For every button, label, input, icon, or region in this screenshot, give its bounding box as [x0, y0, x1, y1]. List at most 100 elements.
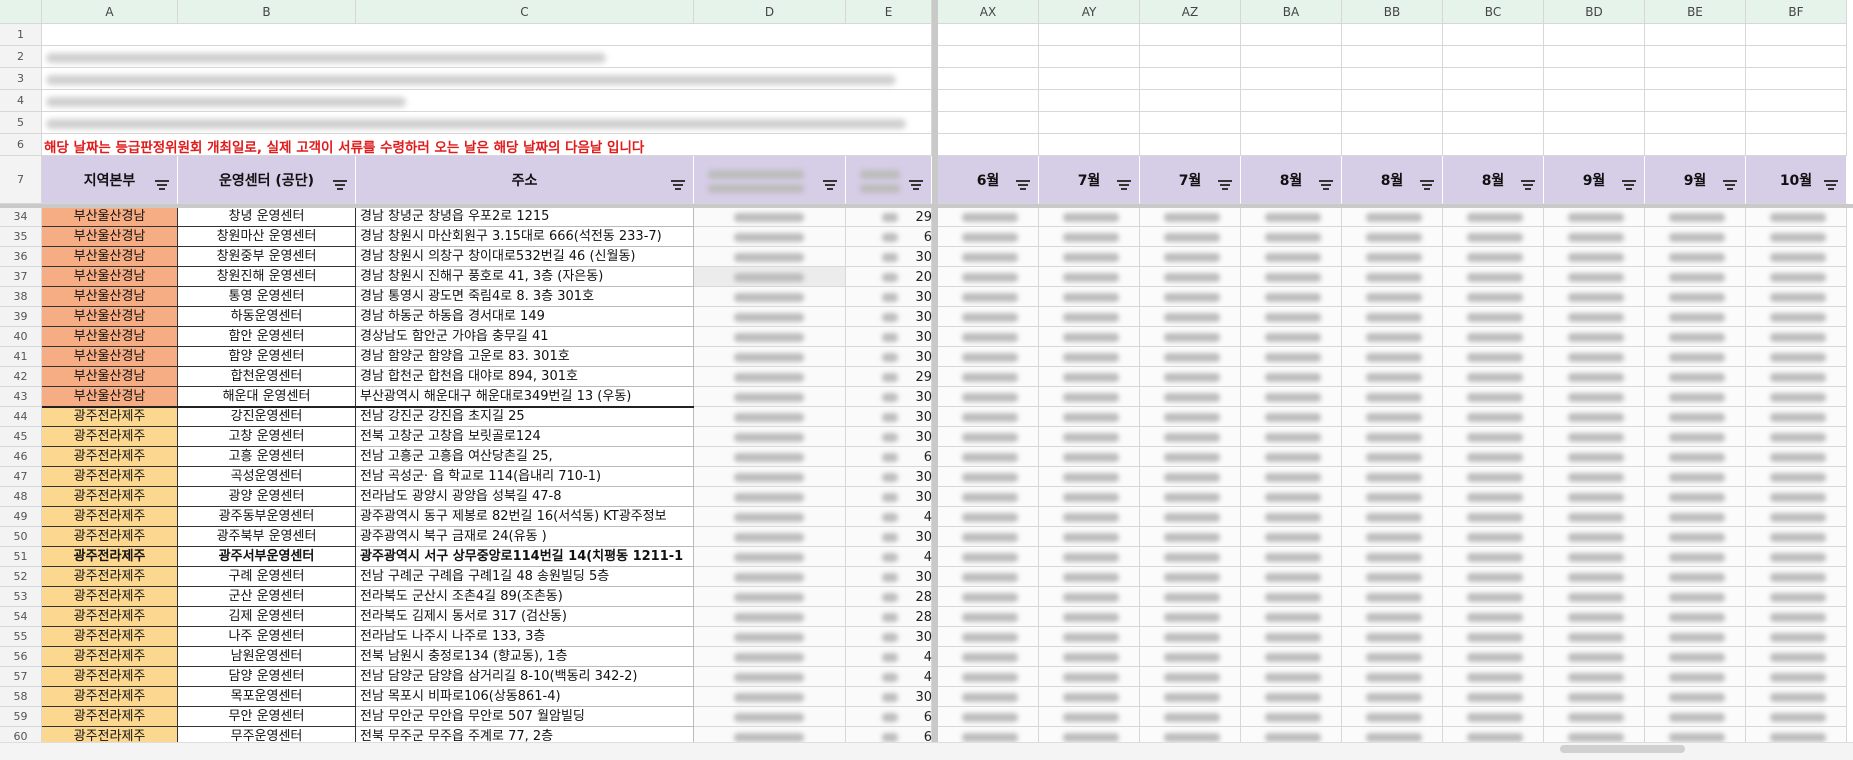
operation-center-cell[interactable]: 담양 운영센터 [178, 667, 356, 687]
redacted-date-cell[interactable] [1443, 407, 1544, 427]
redacted-date-cell[interactable] [1645, 307, 1746, 327]
header-month[interactable]: 9월 [1544, 156, 1645, 204]
region-cell[interactable]: 부산울산경남 [42, 307, 178, 327]
row-header[interactable]: 59 [0, 707, 42, 727]
region-cell[interactable]: 광주전라제주 [42, 507, 178, 527]
grid-cell[interactable] [1443, 24, 1544, 46]
grid-cell[interactable] [1443, 90, 1544, 112]
redacted-date-cell[interactable] [1241, 467, 1342, 487]
grid-cell[interactable] [846, 90, 932, 112]
region-cell[interactable]: 부산울산경남 [42, 367, 178, 387]
redacted-date-cell[interactable] [1140, 547, 1241, 567]
frozen-column-divider[interactable] [932, 0, 938, 760]
header-address[interactable]: 주소 [356, 156, 694, 204]
redacted-date-cell[interactable] [1443, 327, 1544, 347]
header-month[interactable]: 6월 [938, 156, 1039, 204]
redacted-date-cell[interactable] [1241, 527, 1342, 547]
grid-cell[interactable] [938, 112, 1039, 134]
redacted-cell[interactable] [694, 427, 846, 447]
redacted-date-cell[interactable] [1746, 387, 1847, 407]
redacted-date-cell[interactable] [1342, 447, 1443, 467]
grid-cell[interactable] [694, 24, 846, 46]
filter-icon[interactable] [1723, 180, 1737, 190]
row-header[interactable]: 40 [0, 327, 42, 347]
redacted-date-cell[interactable] [1039, 507, 1140, 527]
filter-icon[interactable] [155, 180, 169, 190]
row-header[interactable]: 51 [0, 547, 42, 567]
redacted-date-cell[interactable] [1140, 707, 1241, 727]
redacted-date-cell[interactable] [1746, 227, 1847, 247]
redacted-date-cell[interactable] [1746, 707, 1847, 727]
redacted-date-cell[interactable] [1140, 207, 1241, 227]
grid-cell[interactable] [1241, 112, 1342, 134]
redacted-cell[interactable] [694, 487, 846, 507]
redacted-date-cell[interactable] [1544, 447, 1645, 467]
redacted-date-cell[interactable] [938, 707, 1039, 727]
grid-cell[interactable] [356, 90, 694, 112]
row-header[interactable]: 42 [0, 367, 42, 387]
operation-center-cell[interactable]: 나주 운영센터 [178, 627, 356, 647]
redacted-date-cell[interactable] [1544, 207, 1645, 227]
redacted-cell[interactable] [694, 687, 846, 707]
redacted-date-cell[interactable] [1746, 207, 1847, 227]
column-header-bd[interactable]: BD [1544, 0, 1645, 24]
grid-cell[interactable] [178, 24, 356, 46]
redacted-date-cell[interactable] [1039, 427, 1140, 447]
address-cell[interactable]: 전남 담양군 담양읍 삼거리길 8-10(백동리 342-2) [356, 667, 694, 687]
redacted-date-cell[interactable] [1039, 347, 1140, 367]
redacted-date-cell[interactable] [1342, 607, 1443, 627]
region-cell[interactable]: 부산울산경남 [42, 387, 178, 407]
redacted-date-cell[interactable] [938, 327, 1039, 347]
redacted-date-cell[interactable] [1645, 287, 1746, 307]
grid-cell[interactable] [1039, 112, 1140, 134]
address-cell[interactable]: 전북 남원시 충정로134 (향교동), 1층 [356, 647, 694, 667]
redacted-cell[interactable] [694, 367, 846, 387]
redacted-date-cell[interactable] [1746, 567, 1847, 587]
redacted-date-cell[interactable] [1241, 287, 1342, 307]
address-cell[interactable]: 경남 창녕군 창녕읍 우포2로 1215 [356, 207, 694, 227]
redacted-date-cell[interactable] [1140, 587, 1241, 607]
region-cell[interactable]: 광주전라제주 [42, 547, 178, 567]
column-header-e[interactable]: E [846, 0, 932, 24]
row-header[interactable]: 41 [0, 347, 42, 367]
grid-cell[interactable] [1544, 24, 1645, 46]
horizontal-scrollbar-thumb[interactable] [1560, 745, 1685, 753]
grid-cell[interactable] [938, 68, 1039, 90]
operation-center-cell[interactable]: 구례 운영센터 [178, 567, 356, 587]
grid-cell[interactable] [1746, 46, 1847, 68]
row-header[interactable]: 48 [0, 487, 42, 507]
redacted-date-cell[interactable] [1645, 507, 1746, 527]
redacted-date-cell[interactable] [1039, 327, 1140, 347]
redacted-date-cell[interactable] [938, 547, 1039, 567]
redacted-date-cell[interactable] [1443, 247, 1544, 267]
redacted-date-cell[interactable] [938, 687, 1039, 707]
redacted-date-cell[interactable] [1039, 527, 1140, 547]
filter-icon[interactable] [1824, 180, 1838, 190]
column-header-be[interactable]: BE [1645, 0, 1746, 24]
redacted-date-cell[interactable] [1443, 387, 1544, 407]
grid-cell[interactable] [1039, 68, 1140, 90]
redacted-date-cell[interactable] [1746, 607, 1847, 627]
redacted-date-cell[interactable] [938, 587, 1039, 607]
redacted-date-cell[interactable] [1645, 347, 1746, 367]
grid-cell[interactable] [1645, 90, 1746, 112]
redacted-date-cell[interactable] [1544, 427, 1645, 447]
address-cell[interactable]: 경상남도 함안군 가야읍 충무길 41 [356, 327, 694, 347]
grid-cell[interactable] [846, 46, 932, 68]
operation-center-cell[interactable]: 합천운영센터 [178, 367, 356, 387]
grid-cell[interactable] [1544, 90, 1645, 112]
redacted-date-cell[interactable] [1645, 587, 1746, 607]
redacted-date-cell[interactable] [1342, 387, 1443, 407]
redacted-date-cell[interactable] [1039, 667, 1140, 687]
redacted-date-cell[interactable] [1241, 207, 1342, 227]
grid-cell[interactable] [1342, 134, 1443, 156]
row-header[interactable]: 49 [0, 507, 42, 527]
operation-center-cell[interactable]: 고창 운영센터 [178, 427, 356, 447]
operation-center-cell[interactable]: 광주서부운영센터 [178, 547, 356, 567]
operation-center-cell[interactable]: 광양 운영센터 [178, 487, 356, 507]
redacted-date-cell[interactable] [938, 567, 1039, 587]
header-month[interactable]: 8월 [1241, 156, 1342, 204]
header-redacted[interactable] [846, 156, 932, 204]
redacted-date-cell[interactable] [1241, 267, 1342, 287]
redacted-date-cell[interactable] [1342, 267, 1443, 287]
